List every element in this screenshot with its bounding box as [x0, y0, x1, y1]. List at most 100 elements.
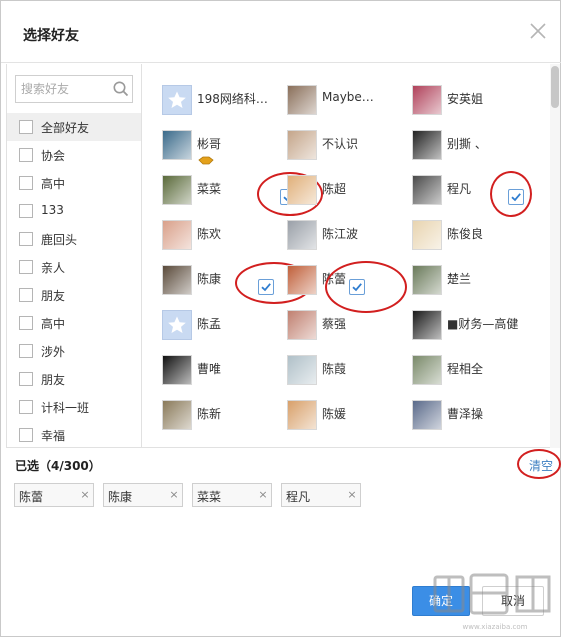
friend-avatar [287, 355, 317, 385]
group-checkbox[interactable] [19, 148, 33, 162]
friend-item[interactable]: 不认识 [287, 130, 412, 170]
friend-name: 蔡强 [322, 317, 347, 331]
friend-item[interactable]: 陈欢 [162, 220, 287, 260]
friend-item[interactable]: 陈江波 [287, 220, 412, 260]
search-input[interactable] [16, 76, 112, 102]
selected-chip: 程凡 × [281, 483, 361, 507]
friend-item[interactable]: 陈新 [162, 400, 287, 440]
friend-avatar [412, 400, 442, 430]
chip-remove-icon[interactable]: × [168, 488, 180, 502]
group-checkbox[interactable] [19, 372, 33, 386]
friend-item[interactable]: Maybe… [287, 85, 412, 125]
group-label: 鹿回头 [41, 233, 78, 247]
selected-chip: 陈康 × [103, 483, 183, 507]
friend-item[interactable]: 陈超 [287, 175, 412, 215]
friend-item[interactable]: 陈俊良 [412, 220, 537, 260]
group-checkbox[interactable] [19, 176, 33, 190]
friend-item[interactable]: 陈媛 [287, 400, 412, 440]
friend-avatar [287, 130, 317, 160]
friend-scrollbar[interactable] [550, 64, 560, 448]
group-item[interactable]: 计科一班 [7, 393, 141, 421]
friend-name: 陈新 [197, 407, 222, 421]
search-box[interactable] [15, 75, 133, 103]
group-label: 朋友 [41, 373, 66, 387]
friend-item[interactable]: 别撕 、 [412, 130, 537, 170]
group-item[interactable]: 幸福 [7, 421, 141, 447]
friend-name: 198网络科… [197, 92, 268, 106]
group-item[interactable]: 高中 [7, 169, 141, 197]
close-button[interactable] [528, 21, 548, 41]
group-item[interactable]: 133 [7, 197, 141, 225]
scroll-thumb[interactable] [551, 66, 559, 108]
chip-label: 陈康 [108, 490, 133, 504]
friend-item[interactable]: 陈康 [162, 262, 313, 305]
friend-avatar [162, 355, 192, 385]
group-checkbox[interactable] [19, 344, 33, 358]
chip-label: 程凡 [286, 490, 311, 504]
group-item[interactable]: 鹿回头 [7, 225, 141, 253]
group-item[interactable]: 朋友 [7, 281, 141, 309]
friend-avatar [162, 310, 192, 340]
friend-name: 菜菜 [197, 182, 222, 196]
chip-remove-icon[interactable]: × [79, 488, 91, 502]
friend-item[interactable]: 程凡 [412, 171, 537, 217]
group-label: 亲人 [41, 261, 66, 275]
friend-avatar [412, 175, 442, 205]
search-icon[interactable] [112, 80, 130, 98]
group-item[interactable]: 协会 [7, 141, 141, 169]
friend-item[interactable]: 彬哥 [162, 130, 287, 170]
friend-avatar [287, 175, 317, 205]
chip-remove-icon[interactable]: × [257, 488, 269, 502]
group-checkbox[interactable] [19, 120, 33, 134]
friend-avatar [287, 265, 317, 295]
friend-avatar [412, 265, 442, 295]
friend-avatar [412, 310, 442, 340]
group-item[interactable]: 涉外 [7, 337, 141, 365]
friend-item[interactable]: 曹唯 [162, 355, 287, 395]
group-label: 计科一班 [41, 401, 90, 415]
friend-item[interactable]: 陈葭 [287, 355, 412, 395]
friend-item[interactable]: 陈蕾 [287, 261, 412, 313]
friend-avatar [162, 85, 192, 115]
friend-checked-checkbox[interactable] [349, 279, 365, 295]
group-item[interactable]: 朋友 [7, 365, 141, 393]
group-checkbox[interactable] [19, 232, 33, 246]
cancel-button[interactable]: 取消 [482, 586, 544, 616]
group-label: 协会 [41, 149, 66, 163]
friend-item[interactable]: 菜菜 [162, 172, 323, 216]
friend-item[interactable]: 程相全 [412, 355, 537, 395]
group-checkbox[interactable] [19, 260, 33, 274]
friend-avatar [162, 175, 192, 205]
dialog-title: 选择好友 [23, 28, 79, 44]
selected-chip: 陈蕾 × [14, 483, 94, 507]
friend-item[interactable]: 陈孟 [162, 310, 287, 350]
friend-item[interactable]: 曹泽操 [412, 400, 537, 440]
friend-name: 陈葭 [322, 362, 347, 376]
chip-remove-icon[interactable]: × [346, 488, 358, 502]
group-item[interactable]: 全部好友 [7, 113, 141, 141]
group-panel: 全部好友协会高中133鹿回头亲人朋友高中涉外朋友计科一班幸福 [6, 64, 142, 448]
confirm-button[interactable]: 确定 [412, 586, 470, 616]
friend-item[interactable]: 安英姐 [412, 85, 537, 125]
friend-name: 楚兰 [447, 272, 472, 286]
friend-name: 曹泽操 [447, 407, 484, 421]
friend-item[interactable]: 198网络科… [162, 85, 287, 125]
group-checkbox[interactable] [19, 316, 33, 330]
selected-chip: 菜菜 × [192, 483, 272, 507]
friend-item[interactable]: ■财务—高健 [412, 310, 537, 350]
group-checkbox[interactable] [19, 288, 33, 302]
group-checkbox[interactable] [19, 400, 33, 414]
friend-checked-checkbox[interactable] [508, 189, 524, 205]
friend-name: 安英姐 [447, 92, 484, 106]
friend-name: 曹唯 [197, 362, 222, 376]
friend-avatar [287, 310, 317, 340]
friend-checked-checkbox[interactable] [258, 279, 274, 295]
friend-item[interactable]: 楚兰 [412, 265, 537, 305]
group-item[interactable]: 高中 [7, 309, 141, 337]
friend-item[interactable]: 蔡强 [287, 310, 412, 350]
clear-link[interactable]: 清空 [529, 457, 553, 474]
group-checkbox[interactable] [19, 204, 33, 218]
group-item[interactable]: 亲人 [7, 253, 141, 281]
group-checkbox[interactable] [19, 428, 33, 442]
friend-name: 陈蕾 [322, 272, 347, 286]
